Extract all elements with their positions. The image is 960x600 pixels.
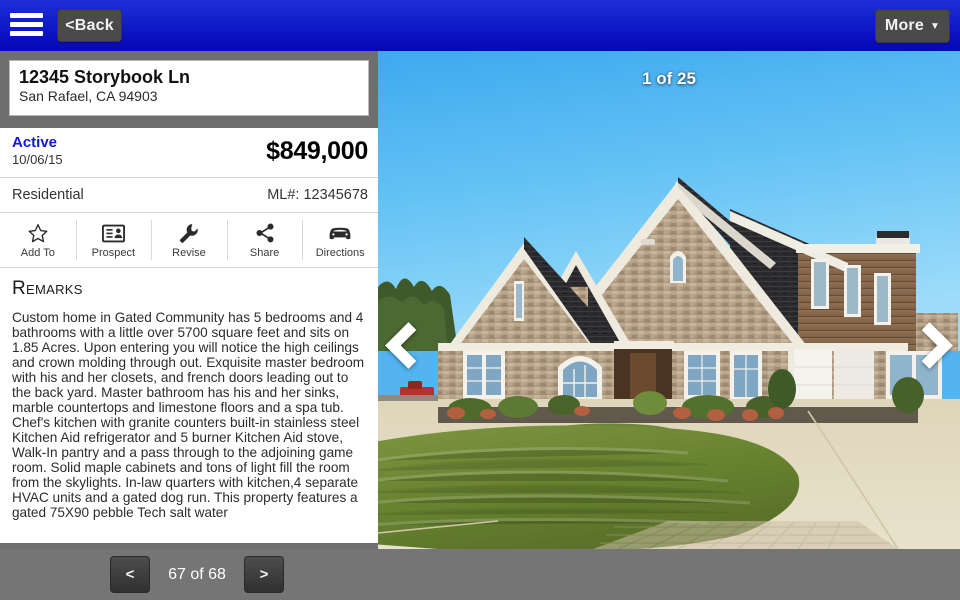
- address-street: 12345 Storybook Ln: [19, 67, 191, 87]
- listing-photo-viewer[interactable]: 1 of 25: [378, 51, 960, 549]
- previous-listing-button[interactable]: <: [110, 556, 150, 593]
- chevron-right-glyph: [906, 322, 953, 369]
- remarks-heading: Remarks: [12, 278, 83, 299]
- action-label: Revise: [172, 247, 206, 259]
- star-icon: [27, 221, 49, 245]
- property-type-row: Residential ML#: 12345678: [0, 178, 378, 213]
- status-price-row: Active 10/06/15 $849,000: [0, 128, 378, 178]
- chevron-right-icon[interactable]: [906, 315, 954, 375]
- chevron-down-icon: ▼: [929, 21, 941, 32]
- action-revise[interactable]: Revise: [151, 213, 227, 267]
- back-button-label: <Back: [65, 16, 114, 34]
- next-listing-button[interactable]: >: [244, 556, 284, 593]
- listing-price: $849,000: [266, 137, 368, 165]
- ml-number: ML#: 12345678: [267, 187, 368, 203]
- action-add-to[interactable]: Add To: [0, 213, 76, 267]
- action-prospect[interactable]: Prospect: [75, 213, 152, 267]
- action-toolbar: Add To Prospect Revise Share Directions: [0, 213, 378, 268]
- remarks-text: Custom home in Gated Community has 5 bed…: [12, 310, 365, 520]
- listing-info-block: Active 10/06/15 $849,000 Residential ML#…: [0, 128, 378, 543]
- previous-listing-label: <: [125, 566, 135, 583]
- next-listing-label: >: [259, 566, 269, 583]
- listing-detail-panel: 12345 Storybook Ln San Rafael, CA 94903 …: [0, 51, 378, 549]
- contact-card-icon: [101, 221, 125, 245]
- hamburger-bar: [10, 31, 43, 36]
- action-label: Directions: [315, 247, 365, 259]
- listing-detail-screen: <Back More ▼ 12345 Storybook Ln San Rafa…: [0, 0, 960, 600]
- listing-photo: [378, 51, 960, 549]
- share-nodes-icon: [254, 221, 276, 245]
- hamburger-menu-icon[interactable]: [10, 11, 43, 38]
- listing-pager-bar: < 67 of 68 >: [0, 549, 960, 600]
- action-directions[interactable]: Directions: [302, 213, 378, 267]
- more-button-label: More: [884, 17, 924, 34]
- top-navigation-bar: <Back More ▼: [0, 0, 960, 51]
- pager-controls: < 67 of 68 >: [110, 556, 284, 593]
- address-card: 12345 Storybook Ln San Rafael, CA 94903: [9, 60, 369, 116]
- action-label: Prospect: [91, 247, 136, 259]
- car-icon: [327, 221, 353, 245]
- listing-position-label: 67 of 68: [168, 565, 226, 583]
- property-type: Residential: [12, 187, 84, 203]
- more-button[interactable]: More ▼: [875, 9, 950, 43]
- wrench-icon: [178, 221, 200, 245]
- remarks-section[interactable]: Remarks Custom home in Gated Community h…: [0, 268, 378, 543]
- hamburger-bar: [10, 22, 43, 27]
- hamburger-bar: [10, 13, 43, 18]
- action-share[interactable]: Share: [226, 213, 303, 267]
- action-label: Add To: [20, 247, 55, 259]
- back-button[interactable]: <Back: [57, 9, 122, 42]
- action-label: Share: [249, 247, 280, 259]
- address-city-state-zip: San Rafael, CA 94903: [19, 88, 158, 104]
- chevron-left-icon[interactable]: [384, 315, 432, 375]
